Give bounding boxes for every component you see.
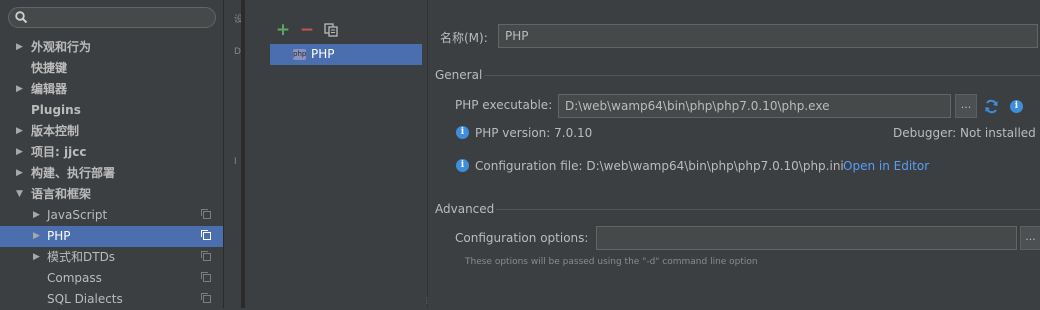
add-interpreter-button[interactable]: + — [275, 21, 291, 39]
info-icon: i — [456, 126, 469, 139]
tree-item[interactable]: ▼ 语言和框架 — [0, 184, 223, 205]
search-input[interactable] — [31, 10, 213, 27]
php-version-text: PHP version: 7.0.10 — [475, 126, 593, 140]
advanced-separator — [496, 209, 1040, 210]
expand-options-button[interactable]: ... — [1020, 226, 1040, 250]
expanded-arrow-icon[interactable]: ▼ — [16, 184, 23, 205]
tree-item-label: 语言和框架 — [31, 187, 92, 201]
tree-item-label: 外观和行为 — [31, 40, 92, 54]
tree-item-label: JavaScript — [47, 208, 108, 222]
general-separator — [484, 75, 1040, 76]
settings-tree: ▶ 外观和行为快捷键 ▶ 编辑器 Plugins ▶ 版本控制 ▶ 项目: jjcc ▶ 构建、执行… — [0, 0, 223, 308]
collapsed-arrow-icon[interactable]: ▶ — [16, 79, 23, 100]
tree-item[interactable]: SQL Dialects — [0, 289, 223, 310]
tree-item-label: Compass — [47, 271, 102, 285]
collapsed-arrow-icon[interactable]: ▶ — [16, 163, 23, 184]
tree-item-label: 编辑器 — [31, 82, 68, 96]
remove-interpreter-button[interactable]: − — [299, 21, 315, 39]
splitter[interactable] — [427, 0, 428, 308]
tree-item-label: Plugins — [31, 103, 81, 117]
tree-item[interactable]: 快捷键 — [0, 58, 223, 79]
project-scope-icon — [201, 272, 211, 282]
config-file-text: Configuration file: D:\web\wamp64\bin\ph… — [475, 159, 844, 173]
config-options-label: Configuration options: — [455, 231, 589, 245]
search-icon — [15, 11, 28, 27]
strip-char: D — [234, 47, 241, 57]
hidden-panel-strip: 设 D I — [233, 0, 243, 308]
tree-item[interactable]: Plugins — [0, 100, 223, 121]
config-options-field[interactable] — [596, 226, 1017, 250]
search-field[interactable] — [8, 7, 216, 28]
tree-item[interactable]: ▶ PHP — [0, 226, 223, 247]
open-in-editor-link[interactable]: Open in Editor — [843, 159, 929, 173]
info-icon: i — [456, 159, 469, 172]
tree-item[interactable]: ▶ 模式和DTDs — [0, 247, 223, 268]
tree-item[interactable]: ▶ 项目: jjcc — [0, 142, 223, 163]
tree-item[interactable]: ▶ 外观和行为 — [0, 37, 223, 58]
interpreter-name: PHP — [311, 47, 335, 61]
collapsed-arrow-icon[interactable]: ▶ — [16, 121, 23, 142]
debugger-status: Debugger: Not installed — [893, 126, 1036, 140]
copy-interpreter-button[interactable] — [324, 23, 338, 37]
options-hint: These options will be passed using the "… — [465, 257, 758, 267]
tree-item-label: 构建、执行部署 — [31, 166, 116, 180]
php-icon: php — [293, 49, 307, 60]
php-executable-field[interactable]: D:\web\wamp64\bin\php\php7.0.10\php.exe — [558, 94, 951, 118]
tree-item-label: 模式和DTDs — [47, 250, 116, 264]
project-scope-icon — [201, 293, 211, 303]
splitter-grip-icon[interactable]: ⋮ — [423, 296, 431, 305]
tree-item[interactable]: ▶ 版本控制 — [0, 121, 223, 142]
collapsed-arrow-icon[interactable]: ▶ — [16, 142, 23, 163]
tree-item-label: 项目: jjcc — [31, 145, 87, 159]
tree-item-label: SQL Dialects — [47, 292, 123, 306]
tree-item[interactable]: Compass — [0, 268, 223, 289]
exe-label: PHP executable: — [455, 98, 553, 112]
reload-icon[interactable] — [984, 99, 999, 117]
strip-char: I — [234, 157, 237, 167]
tree-item-label: PHP — [47, 229, 71, 243]
browse-executable-button[interactable]: ... — [955, 94, 977, 118]
collapsed-arrow-icon[interactable]: ▶ — [33, 205, 40, 226]
project-scope-icon — [201, 251, 211, 261]
name-field[interactable]: PHP — [498, 24, 1038, 48]
name-label: 名称(M): — [440, 31, 488, 45]
project-scope-icon — [201, 209, 211, 219]
general-section-title: General — [435, 68, 483, 82]
interpreter-list-item[interactable]: php PHP — [270, 44, 422, 65]
info-icon[interactable]: i — [1010, 100, 1023, 113]
collapsed-arrow-icon[interactable]: ▶ — [33, 226, 40, 247]
tree-item-label: 快捷键 — [31, 61, 68, 75]
advanced-section-title: Advanced — [435, 202, 495, 216]
collapsed-arrow-icon[interactable]: ▶ — [16, 37, 23, 58]
project-scope-icon — [201, 230, 211, 240]
tree-item[interactable]: ▶ 编辑器 — [0, 79, 223, 100]
tree-item[interactable]: ▶ JavaScript — [0, 205, 223, 226]
copy-icon — [324, 23, 338, 37]
tree-item[interactable]: ▶ 构建、执行部署 — [0, 163, 223, 184]
collapsed-arrow-icon[interactable]: ▶ — [33, 247, 40, 268]
tree-item-label: 版本控制 — [31, 124, 80, 138]
